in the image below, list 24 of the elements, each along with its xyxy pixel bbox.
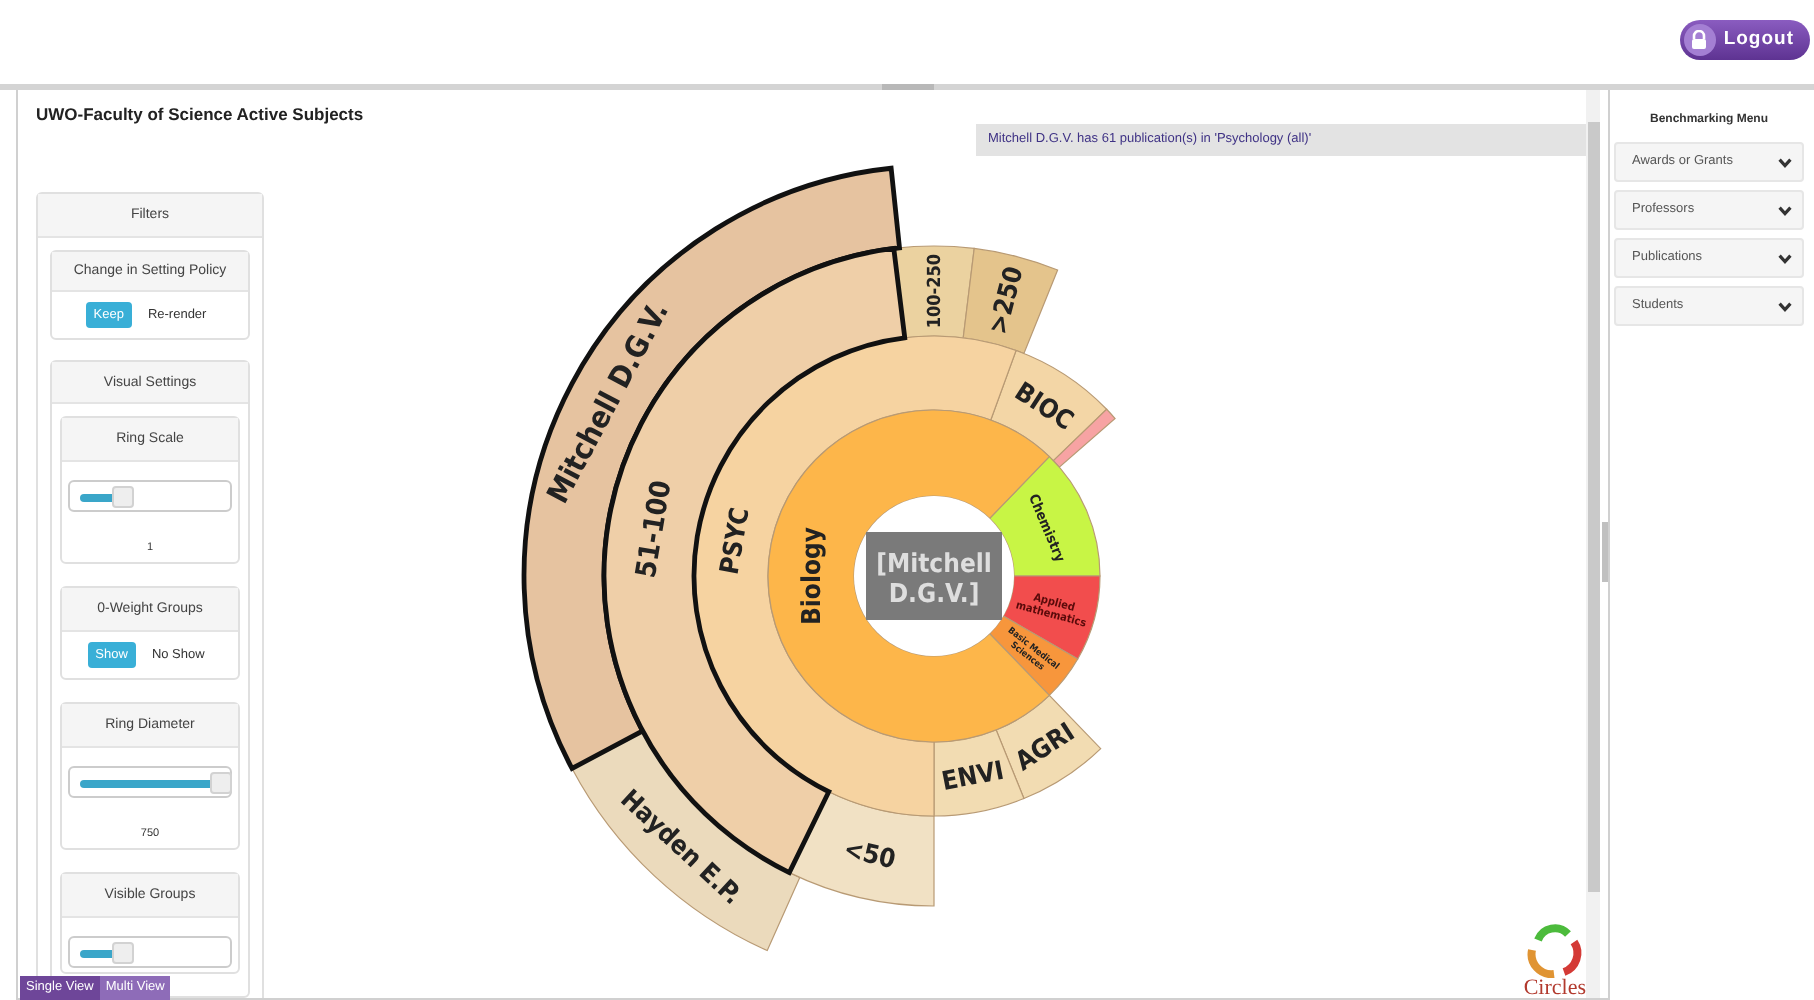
logo-icon	[1524, 922, 1585, 978]
center-label: [Mitchell D.G.V.]	[866, 532, 1002, 620]
resize-handle[interactable]	[881, 84, 933, 90]
ring-segment[interactable]	[962, 247, 1059, 355]
segment-label: ENVI	[939, 756, 1007, 798]
slider[interactable]	[68, 936, 232, 968]
ring-segment[interactable]	[788, 791, 935, 907]
logout-button[interactable]: Logout	[1679, 20, 1810, 60]
segment-label: >250	[984, 263, 1031, 338]
panel-title: UWO-Faculty of Science Active Subjects	[34, 102, 366, 124]
lock-icon	[1683, 24, 1716, 56]
segment-label: Biology	[798, 527, 829, 625]
slider[interactable]	[68, 480, 232, 512]
segment-label: 51-100	[630, 478, 679, 581]
segment-label: PSYC	[715, 505, 757, 577]
slider-thumb[interactable]	[111, 941, 133, 963]
slider-thumb[interactable]	[111, 485, 133, 507]
segment-label: <50	[840, 835, 899, 877]
logo-text: Circles	[1523, 978, 1586, 998]
slider[interactable]	[68, 766, 232, 798]
slider-thumb[interactable]	[209, 771, 231, 793]
segment-label: 100-250	[926, 253, 947, 329]
resize-handle[interactable]	[1602, 522, 1608, 582]
scrollbar[interactable]	[1586, 90, 1601, 998]
